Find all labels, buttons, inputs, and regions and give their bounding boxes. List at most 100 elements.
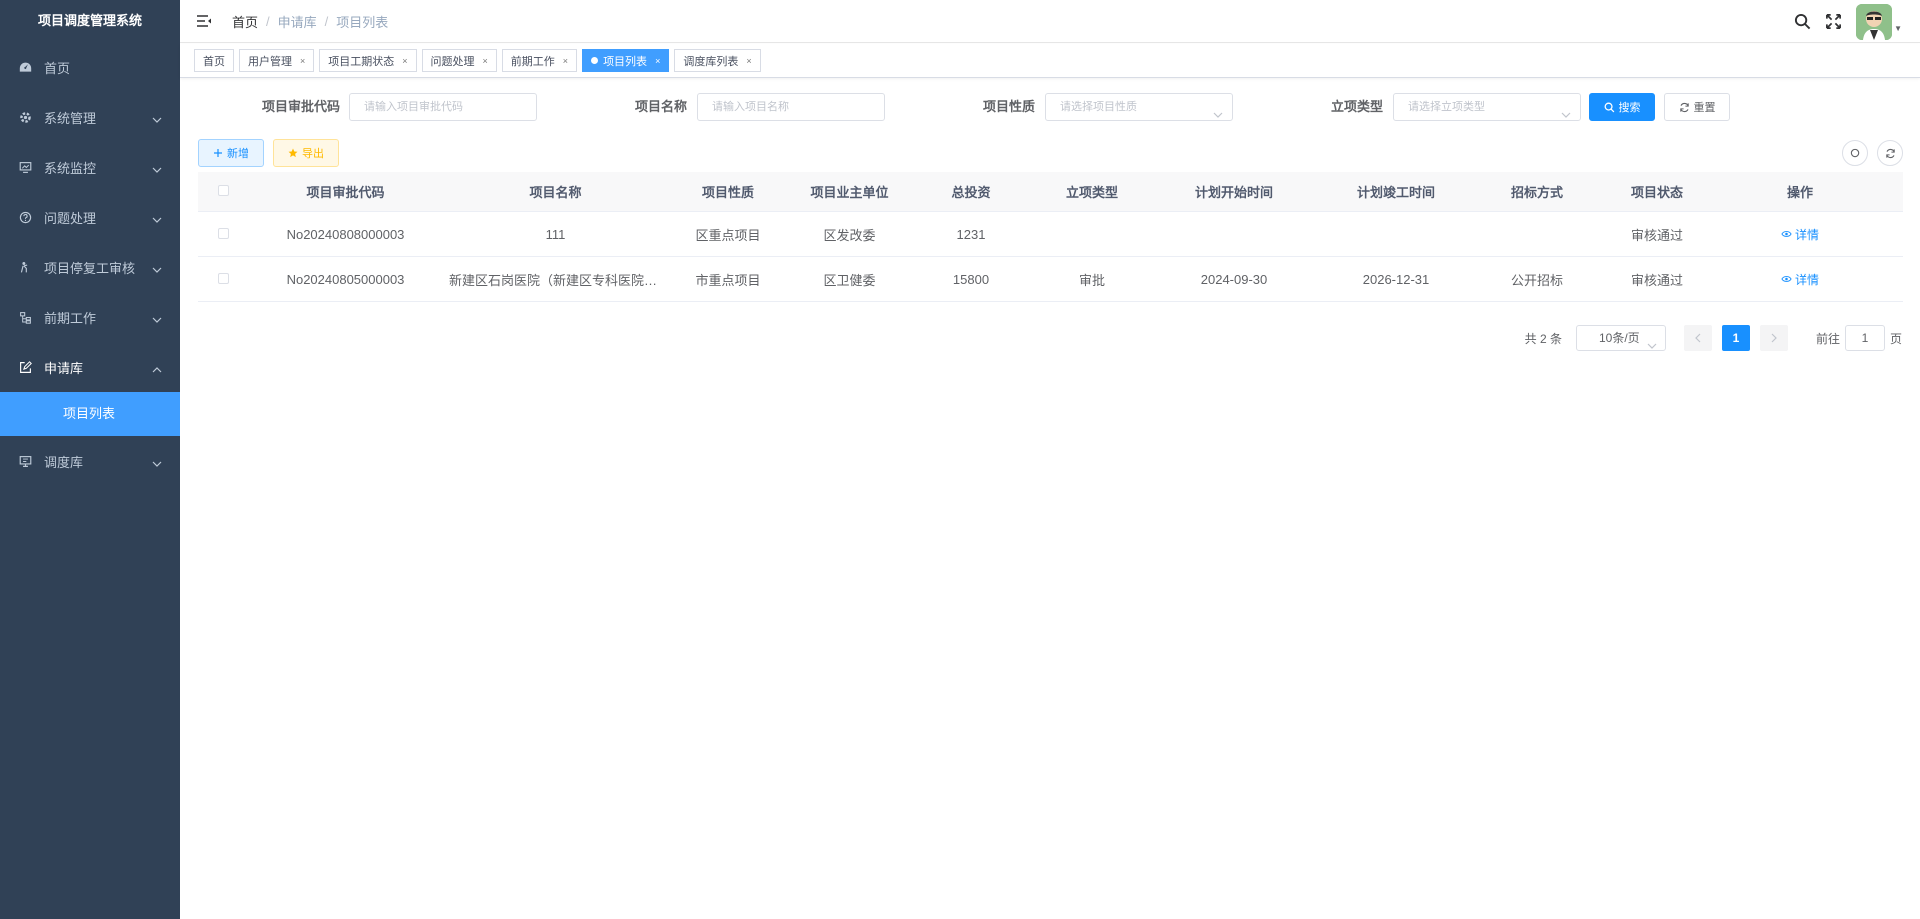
sidebar-item-label: 问题处理: [44, 210, 97, 226]
sidebar-subitem-project-list[interactable]: 项目列表: [0, 392, 180, 436]
add-button-label: 新增: [227, 148, 249, 160]
cell-owner: 区卫健委: [823, 272, 876, 288]
chevron-up-icon: [152, 361, 162, 376]
close-icon[interactable]: ×: [483, 56, 488, 66]
detail-link-label: 详情: [1794, 272, 1819, 287]
chevron-down-icon: [1561, 102, 1571, 128]
dashboard-icon: [18, 60, 32, 74]
tag-project-period-status[interactable]: 项目工期状态 ×: [319, 49, 417, 72]
tag-project-list[interactable]: 项目列表 ×: [582, 49, 670, 72]
tag-dispatch-list[interactable]: 调度库列表 ×: [674, 49, 761, 72]
chevron-down-icon: [152, 261, 162, 276]
close-icon[interactable]: ×: [655, 56, 660, 66]
code-label: 项目审批代码: [262, 99, 341, 114]
detail-link[interactable]: 详情: [1781, 226, 1819, 243]
breadcrumb: 首页 / 申请库 / 项目列表: [232, 12, 388, 31]
sidebar-item-label: 系统管理: [44, 110, 97, 126]
column-header: 项目状态: [1630, 185, 1683, 200]
sidebar-item-system[interactable]: 系统管理: [0, 92, 180, 142]
cell-investment: 15800: [952, 271, 990, 287]
detail-link[interactable]: 详情: [1781, 271, 1819, 288]
close-icon[interactable]: ×: [746, 56, 751, 66]
name-input[interactable]: 请输入项目名称: [697, 93, 885, 121]
close-icon[interactable]: ×: [402, 56, 407, 66]
refresh-button[interactable]: [1877, 140, 1903, 166]
goto-suffix: 页: [1889, 331, 1902, 346]
column-header: 项目业主单位: [810, 185, 889, 200]
cell-status: 审核通过: [1630, 272, 1683, 288]
tag-label: 项目列表: [603, 55, 648, 68]
select-all-checkbox[interactable]: [217, 185, 229, 196]
reset-button[interactable]: 重置: [1664, 93, 1730, 121]
sidebar-item-home[interactable]: 首页: [0, 42, 180, 92]
sidebar-item-label: 调度库: [44, 454, 84, 470]
refresh-icon: [1679, 102, 1689, 112]
row-checkbox[interactable]: [217, 272, 229, 284]
page-size-select[interactable]: 10条/页: [1575, 325, 1666, 351]
top-navbar: 首页 / 申请库 / 项目列表 ▼: [180, 0, 1920, 43]
page-jumper: 前往 页: [1816, 325, 1902, 351]
page-number[interactable]: 1: [1721, 325, 1750, 351]
column-header: 项目名称: [529, 185, 582, 200]
page-size-value: 10条/页: [1598, 331, 1640, 345]
chevron-down-icon: [152, 311, 162, 326]
hamburger-icon[interactable]: [196, 14, 212, 28]
goto-page-input[interactable]: [1844, 325, 1885, 351]
edit-icon: [18, 360, 32, 374]
goto-prefix: 前往: [1815, 331, 1840, 346]
tag-user-management[interactable]: 用户管理 ×: [239, 49, 315, 72]
search-button-label: 搜索: [1618, 102, 1641, 114]
prev-page-button[interactable]: [1683, 325, 1712, 351]
sidebar-item-dispatch-library[interactable]: 调度库: [0, 436, 180, 486]
nature-label: 项目性质: [983, 99, 1036, 114]
next-page-button[interactable]: [1759, 325, 1788, 351]
tag-home[interactable]: 首页: [194, 49, 234, 72]
table-row[interactable]: No20240805000003 新建区石岗医院（新建区专科医院）... 市重点…: [198, 257, 1903, 302]
refresh-icon: [1885, 148, 1895, 158]
code-input[interactable]: 请输入项目审批代码: [349, 93, 537, 121]
search-button[interactable]: 搜索: [1589, 93, 1655, 121]
tag-issue-handling[interactable]: 问题处理 ×: [421, 49, 497, 72]
close-icon[interactable]: ×: [300, 56, 305, 66]
breadcrumb-level2: 项目列表: [336, 14, 389, 30]
search-icon: [1604, 102, 1614, 112]
cell-start-date: 2024-09-30: [1200, 271, 1268, 287]
tag-label: 前期工作: [510, 55, 555, 68]
table-row[interactable]: No20240808000003 111 区重点项目 区发改委 1231 审核通…: [198, 212, 1903, 257]
toggle-search-button[interactable]: [1842, 140, 1868, 166]
column-header: 立项类型: [1065, 185, 1118, 200]
sidebar-item-label: 首页: [44, 60, 71, 76]
chevron-down-icon: [1213, 102, 1223, 128]
cell-code: No20240808000003: [286, 226, 405, 242]
system-gear-icon: [18, 110, 32, 124]
tag-label: 首页: [203, 55, 225, 68]
avatar[interactable]: [1856, 3, 1893, 40]
pagination-total: 共 2 条: [1524, 331, 1562, 346]
type-placeholder: 请选择立项类型: [1408, 101, 1485, 113]
sidebar-item-label: 项目停复工审核: [44, 260, 136, 276]
search-icon[interactable]: [1794, 13, 1811, 30]
tag-preliminary-work[interactable]: 前期工作 ×: [501, 49, 578, 72]
cell-owner: 区发改委: [823, 227, 876, 243]
row-checkbox[interactable]: [217, 227, 229, 239]
close-icon[interactable]: ×: [563, 56, 568, 66]
add-button[interactable]: 新增: [198, 139, 264, 167]
nature-select[interactable]: 请选择项目性质: [1045, 93, 1233, 121]
sidebar-item-monitor[interactable]: 系统监控: [0, 142, 180, 192]
active-dot-icon: [591, 57, 599, 64]
sidebar-item-application-library[interactable]: 申请库: [0, 342, 180, 392]
type-select[interactable]: 请选择立项类型: [1393, 93, 1581, 121]
sidebar-item-issues[interactable]: 问题处理: [0, 192, 180, 242]
sidebar-item-label: 系统监控: [44, 160, 97, 176]
cell-actions: 详情: [1717, 271, 1883, 288]
table-header: 项目审批代码 项目名称 项目性质 项目业主单位 总投资 立项类型 计划开始时间 …: [198, 172, 1903, 212]
fullscreen-icon[interactable]: [1825, 13, 1842, 30]
cell-name: 111: [545, 226, 566, 242]
tag-label: 问题处理: [430, 55, 475, 68]
sidebar-item-stop-resume-audit[interactable]: 项目停复工审核: [0, 242, 180, 292]
breadcrumb-home[interactable]: 首页: [232, 12, 258, 31]
tags-view: 首页 用户管理 × 项目工期状态 × 问题处理 × 前期工作 × 项目列表 × 调度库列表…: [180, 44, 1920, 78]
sidebar-item-preliminary-work[interactable]: 前期工作: [0, 292, 180, 342]
export-button[interactable]: 导出: [273, 139, 339, 167]
caret-down-icon[interactable]: ▼: [1894, 24, 1902, 33]
